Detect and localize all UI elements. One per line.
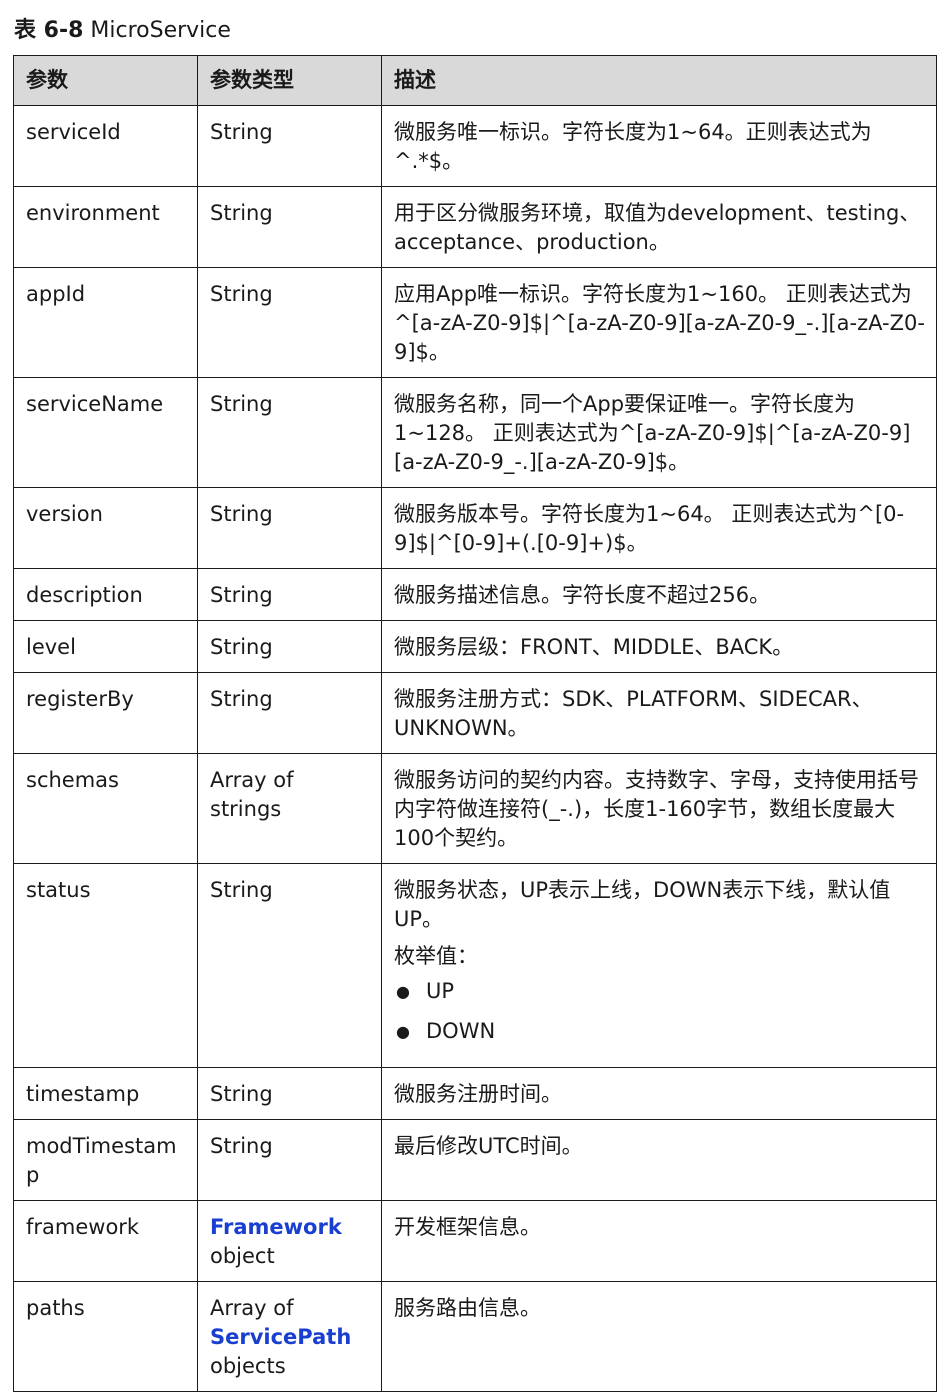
table-row: level String 微服务层级：FRONT、MIDDLE、BACK。 <box>13 620 937 673</box>
param-cell: environment <box>13 186 198 268</box>
type-cell: String <box>197 377 382 488</box>
header-type: 参数类型 <box>197 55 382 106</box>
table-header-row: 参数 参数类型 描述 <box>13 55 937 106</box>
table-row: serviceId String 微服务唯一标识。字符长度为1~64。正则表达式… <box>13 105 937 187</box>
caption-number: 表 6-8 <box>14 18 84 43</box>
desc-cell: 微服务唯一标识。字符长度为1~64。正则表达式为^.*$。 <box>381 105 937 187</box>
table-row: serviceName String 微服务名称，同一个App要保证唯一。字符长… <box>13 377 937 488</box>
type-prefix: Array of <box>210 1296 294 1320</box>
desc-cell: 微服务描述信息。字符长度不超过256。 <box>381 568 937 621</box>
desc-cell: 微服务访问的契约内容。支持数字、字母，支持使用括号内字符做连接符(_-.)，长度… <box>381 753 937 864</box>
type-cell: Array of ServicePath objects <box>197 1281 382 1392</box>
type-cell: Framework object <box>197 1200 382 1282</box>
param-cell: description <box>13 568 198 621</box>
desc-cell: 微服务名称，同一个App要保证唯一。字符长度为1~128。 正则表达式为^[a-… <box>381 377 937 488</box>
type-cell: String <box>197 186 382 268</box>
desc-cell: 微服务版本号。字符长度为1~64。 正则表达式为^[0-9]$|^[0-9]+(… <box>381 487 937 569</box>
table-row: description String 微服务描述信息。字符长度不超过256。 <box>13 568 937 621</box>
framework-link[interactable]: Framework <box>210 1215 342 1239</box>
desc-cell: 开发框架信息。 <box>381 1200 937 1282</box>
type-cell: String <box>197 620 382 673</box>
type-cell: String <box>197 568 382 621</box>
param-cell: timestamp <box>13 1067 198 1120</box>
type-cell: String <box>197 487 382 569</box>
enum-item-up: UP <box>394 977 926 1006</box>
table-row: version String 微服务版本号。字符长度为1~64。 正则表达式为^… <box>13 487 937 569</box>
param-cell: serviceId <box>13 105 198 187</box>
table-row: paths Array of ServicePath objects 服务路由信… <box>13 1281 937 1392</box>
param-cell: serviceName <box>13 377 198 488</box>
table-row: registerBy String 微服务注册方式：SDK、PLATFORM、S… <box>13 672 937 754</box>
table-row: modTimestamp String 最后修改UTC时间。 <box>13 1119 937 1201</box>
table-row: appId String 应用App唯一标识。字符长度为1~160。 正则表达式… <box>13 267 937 378</box>
type-cell: String <box>197 863 382 1068</box>
param-cell: status <box>13 863 198 1068</box>
enum-label: 枚举值： <box>394 944 478 968</box>
header-param: 参数 <box>13 55 198 106</box>
param-cell: schemas <box>13 753 198 864</box>
caption-title: MicroService <box>90 18 231 43</box>
desc-cell: 服务路由信息。 <box>381 1281 937 1392</box>
table-row: environment String 用于区分微服务环境，取值为developm… <box>13 186 937 268</box>
desc-cell: 应用App唯一标识。字符长度为1~160。 正则表达式为^[a-zA-Z0-9]… <box>381 267 937 378</box>
param-cell: level <box>13 620 198 673</box>
table-row: status String 微服务状态，UP表示上线，DOWN表示下线，默认值U… <box>13 863 937 1068</box>
param-cell: registerBy <box>13 672 198 754</box>
type-cell: String <box>197 672 382 754</box>
table-row: schemas Array of strings 微服务访问的契约内容。支持数字… <box>13 753 937 864</box>
microservice-table: 参数 参数类型 描述 serviceId String 微服务唯一标识。字符长度… <box>13 55 937 1392</box>
table-row: framework Framework object 开发框架信息。 <box>13 1200 937 1282</box>
servicepath-link[interactable]: ServicePath <box>210 1325 351 1349</box>
param-cell: appId <box>13 267 198 378</box>
desc-cell: 微服务注册方式：SDK、PLATFORM、SIDECAR、UNKNOWN。 <box>381 672 937 754</box>
param-cell: paths <box>13 1281 198 1392</box>
param-cell: framework <box>13 1200 198 1282</box>
enum-list: UP DOWN <box>394 977 926 1046</box>
table-row: timestamp String 微服务注册时间。 <box>13 1067 937 1120</box>
header-desc: 描述 <box>381 55 937 106</box>
type-suffix: object <box>210 1244 275 1268</box>
param-cell: modTimestamp <box>13 1119 198 1201</box>
desc-cell: 微服务注册时间。 <box>381 1067 937 1120</box>
enum-item-down: DOWN <box>394 1017 926 1046</box>
type-cell: String <box>197 1119 382 1201</box>
desc-cell: 微服务状态，UP表示上线，DOWN表示下线，默认值UP。 枚举值： UP DOW… <box>381 863 937 1068</box>
status-desc: 微服务状态，UP表示上线，DOWN表示下线，默认值UP。 <box>394 878 891 931</box>
desc-cell: 微服务层级：FRONT、MIDDLE、BACK。 <box>381 620 937 673</box>
type-cell: Array of strings <box>197 753 382 864</box>
desc-cell: 最后修改UTC时间。 <box>381 1119 937 1201</box>
param-cell: version <box>13 487 198 569</box>
type-cell: String <box>197 105 382 187</box>
type-cell: String <box>197 267 382 378</box>
type-cell: String <box>197 1067 382 1120</box>
table-caption: 表 6-8 MicroService <box>14 16 231 46</box>
desc-cell: 用于区分微服务环境，取值为development、testing、accepta… <box>381 186 937 268</box>
